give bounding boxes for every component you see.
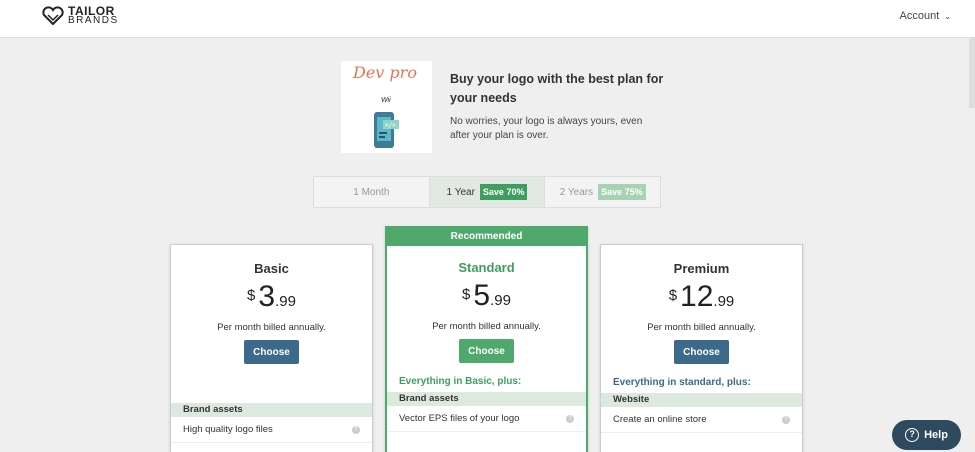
includes-text: Everything in Basic, plus:	[399, 376, 522, 387]
save-badge: Save 75%	[598, 184, 646, 200]
info-icon[interactable]: ?	[566, 414, 574, 423]
logo-preview-text: Dev pro	[353, 63, 417, 82]
help-label: Help	[924, 429, 948, 441]
billing-period-selector: 1 Month 1 Year Save 70% 2 Years Save 75%	[313, 176, 661, 208]
question-icon: ?	[905, 428, 920, 442]
choose-standard-button[interactable]: Choose	[459, 339, 514, 363]
plan-name: Standard	[458, 260, 515, 275]
logo-preview-subtext: Wii	[381, 97, 391, 104]
help-button[interactable]: ? Help	[892, 420, 961, 450]
plan-price: $ 12 .99	[601, 280, 802, 314]
feature-label: High quality logo files	[183, 424, 273, 435]
feature-row: Create an online store ?	[601, 407, 802, 433]
phone-code-icon: </>	[374, 112, 399, 148]
svg-text:</>: </>	[385, 122, 396, 129]
plan-name: Premium	[673, 261, 730, 276]
tailor-brands-logo[interactable]: TAILOR BRANDS	[42, 5, 119, 26]
scrollbar[interactable]	[969, 38, 975, 108]
info-icon[interactable]: ?	[782, 415, 790, 424]
price-integer: 3	[258, 280, 276, 313]
feature-row: Vector EPS files of your logo ?	[387, 406, 586, 432]
choose-premium-button[interactable]: Choose	[674, 340, 729, 364]
includes-text: Everything in standard, plus:	[613, 377, 751, 388]
heart-logo-icon	[42, 6, 64, 26]
chevron-down-icon: ⌄	[944, 11, 951, 21]
feature-row: High quality logo files ?	[171, 417, 372, 443]
price-decimal: .99	[490, 292, 511, 309]
plan-card-premium: Premium $ 12 .99 Per month billed annual…	[600, 244, 803, 452]
feature-section-header: Brand assets	[387, 392, 586, 406]
page-subtitle: No worries, your logo is always yours, e…	[450, 116, 643, 141]
currency-symbol: $	[247, 287, 256, 304]
top-bar: TAILOR BRANDS Account ⌄	[0, 0, 975, 38]
billing-note: Per month billed annually.	[647, 322, 756, 333]
recommended-badge: Recommended	[387, 228, 586, 246]
save-badge: Save 70%	[479, 184, 528, 200]
account-menu[interactable]: Account ⌄	[900, 10, 951, 22]
feature-label: Vector EPS files of your logo	[399, 413, 520, 424]
plan-price: $ 3 .99	[171, 280, 372, 314]
plan-card-standard: Recommended Standard $ 5 .99 Per month b…	[385, 226, 588, 452]
feature-label: Create an online store	[613, 414, 707, 425]
price-decimal: .99	[275, 293, 296, 310]
tab-1-month[interactable]: 1 Month	[314, 177, 429, 207]
brand-line2: BRANDS	[68, 15, 119, 26]
page-title: Buy your logo with the best plan for you…	[450, 72, 664, 105]
price-decimal: .99	[713, 293, 735, 310]
plan-price: $ 5 .99	[387, 279, 586, 313]
feature-section-header: Website	[601, 393, 802, 407]
tab-1-year[interactable]: 1 Year Save 70%	[428, 177, 546, 207]
billing-note: Per month billed annually.	[432, 321, 541, 332]
choose-basic-button[interactable]: Choose	[244, 340, 299, 364]
tab-2-years[interactable]: 2 Years Save 75%	[545, 177, 660, 207]
logo-preview-image: Dev pro Wii </>	[341, 61, 432, 153]
feature-section-header: Brand assets	[171, 403, 372, 417]
price-integer: 12	[680, 280, 714, 313]
currency-symbol: $	[462, 286, 471, 303]
account-label: Account	[899, 10, 940, 22]
tab-label: 2 Years	[559, 186, 594, 198]
tab-label: 1 Year	[446, 186, 475, 198]
info-icon[interactable]: ?	[352, 425, 360, 434]
billing-note: Per month billed annually.	[217, 322, 326, 333]
currency-symbol: $	[668, 287, 678, 304]
plan-card-basic: Basic $ 3 .99 Per month billed annually.…	[170, 244, 373, 452]
price-integer: 5	[473, 279, 491, 312]
plan-name: Basic	[254, 261, 289, 276]
tab-label: 1 Month	[353, 186, 390, 198]
